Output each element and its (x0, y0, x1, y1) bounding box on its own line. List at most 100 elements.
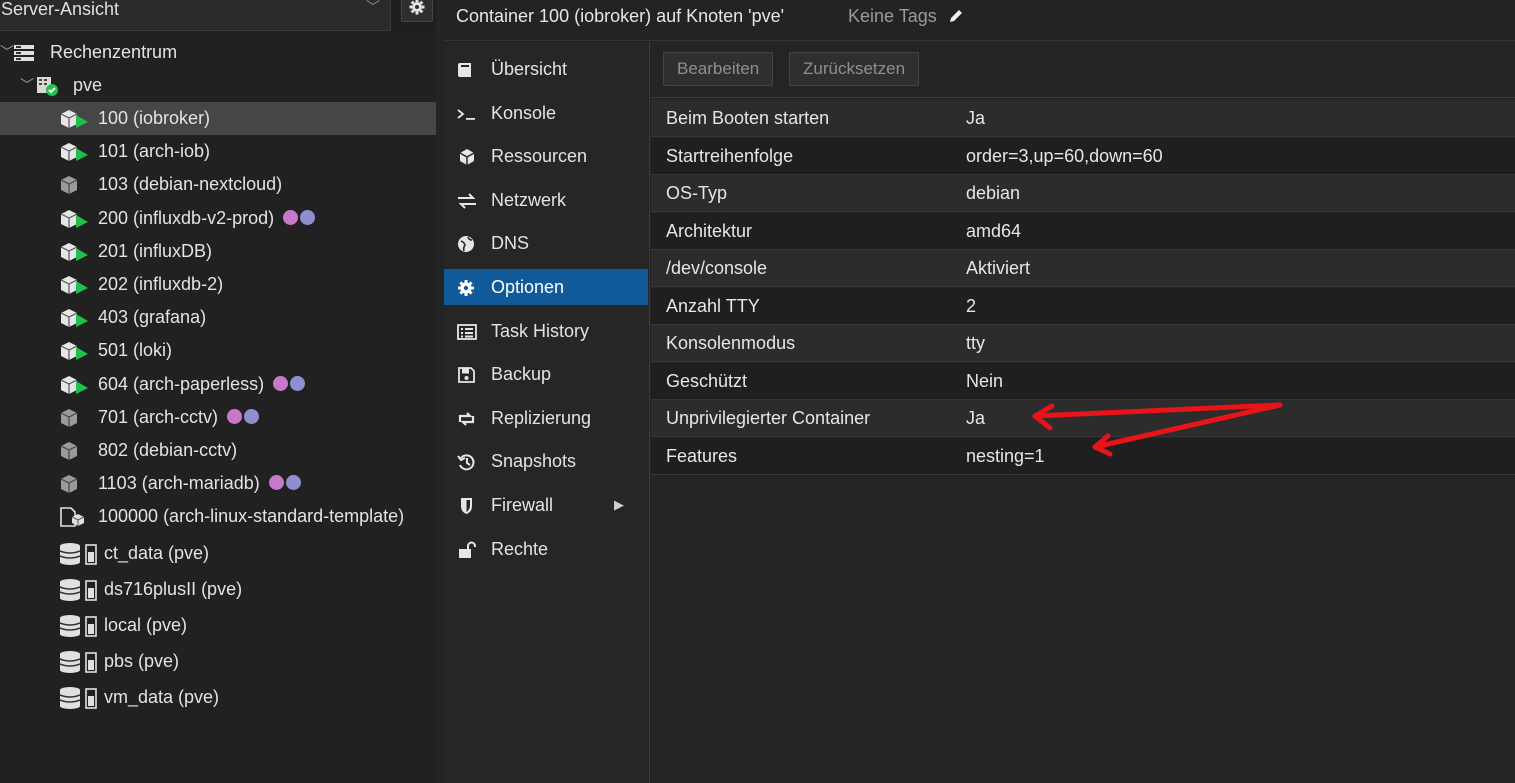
option-row[interactable]: Konsolenmodus tty (651, 325, 1515, 362)
storage-icon (59, 614, 97, 637)
tree-item[interactable]: 201 (influxDB) (0, 235, 436, 268)
tree-item[interactable]: 100000 (arch-linux-standard-template) (0, 500, 436, 533)
option-row[interactable]: Beim Booten starten Ja (651, 100, 1515, 137)
tree-item[interactable]: 403 (grafana) (0, 301, 436, 334)
nav-item-label: Snapshots (491, 451, 577, 472)
nav-item--bersicht[interactable]: Übersicht (444, 51, 648, 87)
option-value: Ja (966, 108, 986, 128)
cube-icon (459, 149, 475, 166)
tree-item[interactable]: ds716plusII (pve) (0, 573, 436, 606)
tree-item-label: 501 (loki) (98, 340, 173, 361)
edit-button[interactable]: Bearbeiten (663, 52, 774, 86)
option-key: Startreihenfolge (666, 145, 794, 166)
nav-item-ressourcen[interactable]: Ressourcen (444, 138, 648, 174)
list-icon (457, 323, 477, 340)
option-row[interactable]: Anzahl TTY 2 (651, 287, 1515, 325)
container-stopped-icon (60, 475, 78, 494)
option-row[interactable]: Startreihenfolge order=3,up=60,down=60 (651, 137, 1515, 175)
tree-item-label: 604 (arch-paperless) (98, 368, 306, 401)
chevron-down-icon[interactable]: ﹀ (0, 36, 14, 69)
option-key: Beim Booten starten (666, 108, 830, 128)
tag-dot (285, 475, 301, 491)
tag-dots (268, 473, 301, 493)
node-online-icon (37, 77, 58, 96)
template-icon (60, 507, 85, 528)
nav-item-optionen[interactable]: Optionen (444, 269, 648, 305)
container-running-icon (60, 209, 88, 228)
nav-item-snapshots[interactable]: Snapshots (444, 443, 648, 479)
storage-icon (59, 542, 97, 565)
container-running-icon (60, 242, 88, 261)
option-row[interactable]: /dev/console Aktiviert (651, 250, 1515, 287)
storage-icon (59, 578, 97, 601)
server-rack-icon (14, 45, 34, 61)
nav-item-label: Task History (491, 320, 590, 341)
option-key: Konsolenmodus (666, 333, 796, 353)
chevron-down-icon[interactable]: ﹀ (20, 69, 34, 102)
shield-icon (461, 498, 472, 514)
tags-label[interactable]: Keine Tags (848, 6, 937, 27)
option-value: amd64 (966, 220, 1022, 241)
tree-item-label: 200 (influxdb-v2-prod) (98, 202, 316, 235)
book-icon (458, 63, 471, 77)
reset-button[interactable]: Zurücksetzen (789, 52, 920, 86)
option-key: Unprivilegierter Container (666, 408, 871, 428)
tree-item[interactable]: 802 (debian-cctv) (0, 434, 436, 467)
tree-item[interactable]: 501 (loki) (0, 334, 436, 367)
tree-item-label: local (pve) (104, 614, 188, 635)
option-key: OS-Typ (666, 183, 728, 203)
tree-item-label: 403 (grafana) (98, 307, 207, 328)
container-running-icon (60, 342, 88, 361)
option-value: Nein (966, 370, 1004, 391)
content-header: Container 100 (iobroker) auf Knoten 'pve… (444, 0, 1515, 41)
floppy-icon (458, 367, 475, 384)
tree-item-label: Rechenzentrum (50, 42, 178, 62)
pencil-icon[interactable] (948, 8, 964, 24)
option-row[interactable]: Unprivilegierter Container Ja (651, 400, 1515, 437)
nav-item-replizierung[interactable]: Replizierung (444, 400, 648, 436)
container-stopped-icon (60, 442, 78, 460)
nav-item-task-history[interactable]: Task History (444, 313, 648, 349)
caret-right-icon[interactable]: ▶ (614, 487, 624, 523)
storage-icon (59, 650, 97, 673)
nav-item-label: Firewall (491, 495, 554, 515)
option-key: Features (666, 445, 738, 466)
tag-dots (273, 374, 306, 394)
tree-item[interactable]: 1103 (arch-mariadb) (0, 467, 436, 500)
option-row[interactable]: Features nesting=1 (651, 437, 1515, 475)
nav-item-label: Netzwerk (491, 189, 567, 210)
option-row[interactable]: Geschützt Nein (651, 362, 1515, 400)
tag-dot (283, 209, 299, 225)
tag-dot (244, 408, 260, 424)
tree-item-node-pve[interactable]: ﹀ pve (0, 69, 436, 102)
nav-item-konsole[interactable]: Konsole (444, 95, 648, 131)
tree-item-label: 100 (iobroker) (98, 108, 211, 128)
tree-item[interactable]: 604 (arch-paperless) (0, 368, 436, 401)
exchange-icon (458, 193, 476, 209)
tree-item-label: 103 (debian-nextcloud) (98, 174, 283, 195)
nav-item-rechte[interactable]: Rechte (444, 531, 648, 567)
nav-item-dns[interactable]: DNS (444, 225, 648, 261)
tree-item[interactable]: vm_data (pve) (0, 681, 436, 714)
tree-item[interactable]: local (pve) (0, 609, 436, 642)
tree-item-label: 101 (arch-iob) (98, 141, 211, 162)
tree-item[interactable]: ct_data (pve) (0, 537, 436, 570)
tree-item[interactable]: 200 (influxdb-v2-prod) (0, 202, 436, 235)
nav-item-netzwerk[interactable]: Netzwerk (444, 182, 648, 218)
tree-settings-button[interactable] (401, 0, 433, 22)
nav-item-backup[interactable]: Backup (444, 356, 648, 392)
tree-item[interactable]: 100 (iobroker) (0, 102, 436, 135)
tree-item-label: ds716plusII (pve) (104, 578, 243, 599)
option-row[interactable]: OS-Typ debian (651, 175, 1515, 212)
container-running-icon (60, 309, 88, 328)
tree-item[interactable]: 701 (arch-cctv) (0, 401, 436, 434)
view-select[interactable]: Server-Ansicht ﹀ (0, 0, 391, 31)
tree-item[interactable]: 101 (arch-iob) (0, 135, 436, 168)
option-row[interactable]: Architektur amd64 (651, 212, 1515, 250)
tree-item[interactable]: pbs (pve) (0, 645, 436, 678)
tree-item[interactable]: 202 (influxdb-2) (0, 268, 436, 301)
nav-item-firewall[interactable]: Firewall ▶ (444, 487, 648, 523)
tree-item[interactable]: 103 (debian-nextcloud) (0, 168, 436, 201)
tree-item-datacenter[interactable]: ﹀ Rechenzentrum (0, 36, 436, 69)
tree-item-label: 202 (influxdb-2) (98, 274, 224, 294)
